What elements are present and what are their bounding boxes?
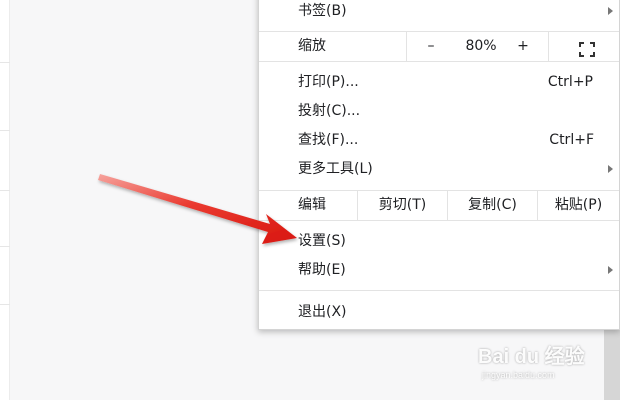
menu-separator xyxy=(259,290,619,291)
zoom-level: 80% xyxy=(465,38,497,54)
baidu-watermark: Bai du 经验 jingyan.baidu.com xyxy=(478,340,618,384)
menu-item-settings[interactable]: 设置(S) xyxy=(259,227,619,255)
watermark-logo-text: Bai du 经验 xyxy=(478,346,585,368)
watermark-url: jingyan.baidu.com xyxy=(482,370,555,380)
find-shortcut: Ctrl+F xyxy=(549,132,594,148)
print-shortcut: Ctrl+P xyxy=(547,74,593,90)
zoom-divider xyxy=(406,32,407,61)
menu-item-bookmarks-label: 书签(B) xyxy=(298,3,347,19)
menu-item-find-label: 查找(F)... xyxy=(298,132,359,148)
edit-row: 编辑 剪切(T) 复制(C) 粘贴(P) xyxy=(259,191,619,220)
menu-item-more-tools[interactable]: 更多工具(L) xyxy=(259,155,619,183)
zoom-in-button[interactable]: + xyxy=(511,32,535,61)
menu-item-help[interactable]: 帮助(E) xyxy=(259,256,619,284)
menu-item-cast-label: 投射(C)... xyxy=(298,103,361,119)
menu-item-help-label: 帮助(E) xyxy=(298,262,346,278)
submenu-arrow-icon xyxy=(608,266,613,274)
zoom-divider xyxy=(548,32,549,61)
copy-button[interactable]: 复制(C) xyxy=(448,191,537,220)
background-sidebar xyxy=(0,0,10,400)
menu-item-more-tools-label: 更多工具(L) xyxy=(298,161,373,177)
cut-button[interactable]: 剪切(T) xyxy=(358,191,447,220)
submenu-arrow-icon xyxy=(608,165,613,173)
paste-button[interactable]: 粘贴(P) xyxy=(538,191,619,220)
submenu-arrow-icon xyxy=(608,7,613,15)
zoom-row: 缩放 – 80% + xyxy=(259,32,619,61)
menu-item-exit-label: 退出(X) xyxy=(298,304,347,320)
zoom-label: 缩放 xyxy=(298,38,326,54)
zoom-out-button[interactable]: – xyxy=(417,32,445,61)
menu-item-bookmarks[interactable]: 书签(B) xyxy=(259,0,619,25)
menu-separator xyxy=(259,220,619,221)
menu-item-settings-label: 设置(S) xyxy=(298,233,346,249)
browser-menu: 书签(B) 缩放 – 80% + 打印(P)... Ctrl+P 投射(C)..… xyxy=(258,0,620,330)
menu-item-print[interactable]: 打印(P)... Ctrl+P xyxy=(259,68,619,96)
fullscreen-icon[interactable] xyxy=(579,39,595,57)
menu-item-cast[interactable]: 投射(C)... xyxy=(259,97,619,125)
menu-item-exit[interactable]: 退出(X) xyxy=(259,298,619,326)
edit-label: 编辑 xyxy=(298,197,326,213)
menu-item-find[interactable]: 查找(F)... Ctrl+F xyxy=(259,126,619,154)
menu-separator xyxy=(259,61,619,62)
menu-item-print-label: 打印(P)... xyxy=(298,74,359,90)
